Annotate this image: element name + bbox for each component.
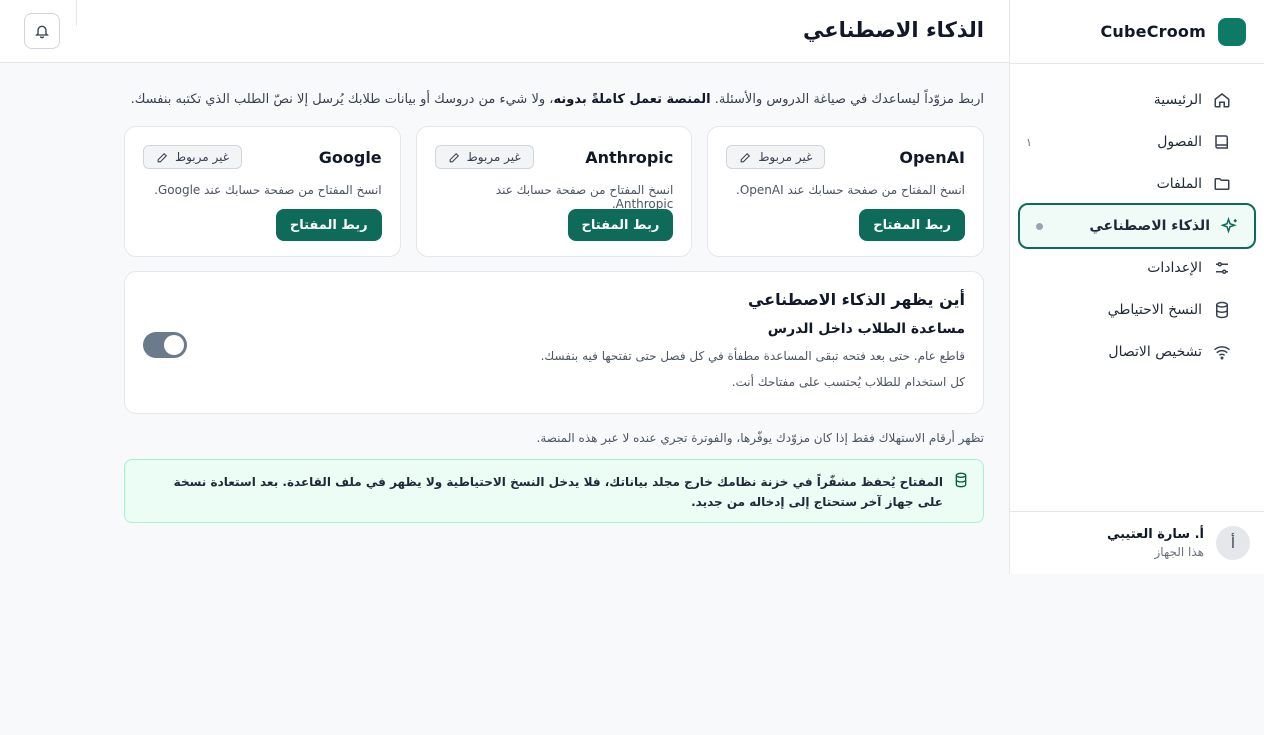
active-dot — [1036, 222, 1043, 230]
sidebar-item-settings[interactable]: الإعدادات — [1018, 247, 1256, 289]
status-badge[interactable]: غير مربوط — [434, 145, 534, 169]
sidebar-item-home[interactable]: الرئيسية — [1018, 79, 1256, 121]
pencil-icon — [449, 152, 459, 162]
database-icon — [953, 472, 969, 510]
setting-description: قاطع عام. حتى بعد فتحه تبقى المساعدة مطف… — [540, 349, 965, 363]
sidebar: CubeCroom الرئيسية الفصول ١ الملفات الذك… — [1009, 0, 1264, 574]
sidebar-item-label: الذكاء الاصطناعي — [1089, 218, 1210, 234]
sidebar-item-classes[interactable]: الفصول ١ — [1018, 121, 1256, 163]
divider — [76, 0, 77, 26]
page-title: الذكاء الاصطناعي — [803, 18, 984, 42]
info-banner: المفتاح يُحفظ مشفّراً في خزنة نظامك خارج… — [124, 459, 984, 523]
book-icon — [1212, 132, 1232, 152]
intro-part1: اربط مزوّداً ليساعدك في صياغة الدروس وال… — [710, 92, 984, 107]
sidebar-item-ai[interactable]: الذكاء الاصطناعي — [1018, 203, 1256, 249]
status-badge[interactable]: غير مربوط — [726, 145, 826, 169]
pencil-icon — [740, 152, 751, 162]
intro-bold: المنصة تعمل كاملةً بدونه — [553, 92, 711, 107]
info-text: المفتاح يُحفظ مشفّراً في خزنة نظامك خارج… — [173, 475, 943, 509]
sidebar-item-label: تشخيص الاتصال — [1108, 344, 1202, 360]
brand-name: CubeCroom — [1100, 22, 1206, 41]
connect-key-button[interactable]: ربط المفتاح — [567, 209, 674, 241]
pencil-icon — [157, 152, 168, 162]
notifications-button[interactable] — [24, 13, 60, 49]
database-icon — [1212, 300, 1232, 320]
provider-description: انسخ المفتاح من صفحة حسابك عند Anthropic… — [495, 183, 674, 211]
sidebar-nav: الرئيسية الفصول ١ الملفات الذكاء الاصطنا… — [1010, 64, 1264, 373]
provider-card-openai: OpenAI غير مربوط انسخ المفتاح من صفحة حس… — [707, 126, 984, 257]
sidebar-item-label: الملفات — [1156, 176, 1202, 192]
brand[interactable]: CubeCroom — [1010, 0, 1264, 64]
status-label: غير مربوط — [174, 150, 230, 164]
setting-label: مساعدة الطلاب داخل الدرس — [767, 321, 965, 337]
sidebar-item-label: الرئيسية — [1153, 92, 1202, 108]
user-profile[interactable]: أ أ. سارة العتيبي هذا الجهاز — [1010, 511, 1264, 574]
section-title: أين يظهر الذكاء الاصطناعي — [747, 290, 965, 309]
sparkles-icon — [1220, 216, 1240, 236]
toggle-knob — [164, 335, 184, 355]
connect-key-button[interactable]: ربط المفتاح — [275, 209, 382, 241]
sidebar-item-label: الفصول — [1157, 134, 1202, 150]
bell-icon — [35, 25, 49, 39]
provider-card-anthropic: Anthropic غير مربوط انسخ المفتاح من صفحة… — [415, 126, 693, 257]
provider-cards: OpenAI غير مربوط انسخ المفتاح من صفحة حس… — [123, 126, 984, 257]
provider-name: Anthropic — [585, 147, 674, 167]
brand-logo — [1218, 17, 1246, 46]
setting-note: كل استخدام للطلاب يُحتسب على مفتاحك أنت. — [731, 375, 965, 389]
status-label: غير مربوط — [758, 150, 813, 164]
provider-name: Google — [318, 147, 382, 167]
topbar: الذكاء الاصطناعي — [0, 0, 1009, 63]
main-content: اربط مزوّداً ليساعدك في صياغة الدروس وال… — [123, 63, 984, 523]
sidebar-item-label: النسخ الاحتياطي — [1107, 302, 1202, 318]
provider-description: انسخ المفتاح من صفحة حسابك عند OpenAI. — [736, 183, 965, 197]
provider-description: انسخ المفتاح من صفحة حسابك عند Google. — [154, 183, 382, 197]
intro-text: اربط مزوّداً ليساعدك في صياغة الدروس وال… — [124, 89, 984, 111]
provider-name: OpenAI — [899, 147, 965, 167]
sidebar-item-diagnostics[interactable]: تشخيص الاتصال — [1018, 331, 1256, 373]
usage-note: تظهر أرقام الاستهلاك فقط إذا كان مزوّدك … — [536, 431, 984, 445]
ai-placement-card: أين يظهر الذكاء الاصطناعي مساعدة الطلاب … — [124, 271, 984, 414]
user-device: هذا الجهاز — [1154, 545, 1205, 559]
classes-count-badge: ١ — [1026, 135, 1032, 149]
student-help-toggle[interactable] — [143, 332, 187, 358]
status-label: غير مربوط — [466, 150, 521, 164]
provider-card-google: Google غير مربوط انسخ المفتاح من صفحة حس… — [123, 126, 401, 257]
avatar: أ — [1216, 526, 1250, 560]
wifi-icon — [1212, 342, 1232, 362]
intro-part2: ، ولا شيء من دروسك أو بيانات طلابك يُرسل… — [130, 92, 554, 107]
folder-icon — [1212, 174, 1232, 194]
user-name: أ. سارة العتيبي — [1106, 527, 1204, 542]
sidebar-item-backup[interactable]: النسخ الاحتياطي — [1018, 289, 1256, 331]
home-icon — [1212, 90, 1232, 110]
status-badge[interactable]: غير مربوط — [142, 145, 243, 169]
sidebar-item-label: الإعدادات — [1147, 260, 1202, 276]
sidebar-item-files[interactable]: الملفات — [1018, 163, 1256, 205]
sliders-icon — [1212, 258, 1232, 278]
connect-key-button[interactable]: ربط المفتاح — [859, 209, 965, 241]
